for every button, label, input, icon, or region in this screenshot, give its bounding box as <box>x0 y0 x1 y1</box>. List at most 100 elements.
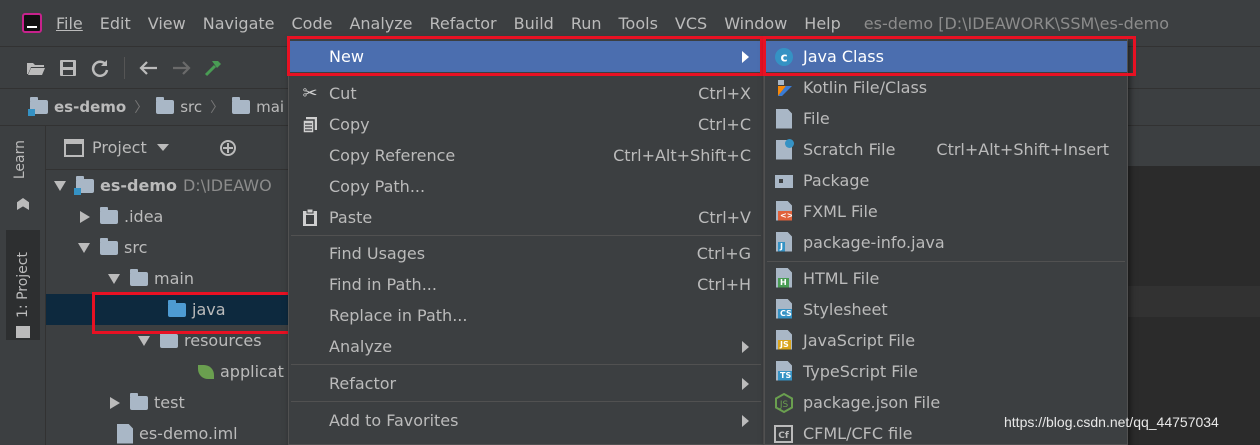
submenu-scratch-file[interactable]: Scratch File Ctrl+Alt+Shift+Insert <box>765 134 1127 165</box>
svg-text:Cf: Cf <box>778 431 789 441</box>
save-icon[interactable] <box>52 52 84 84</box>
context-menu-copy[interactable]: Copy Ctrl+C <box>289 109 763 140</box>
expand-arrow-icon[interactable] <box>78 242 90 253</box>
project-view-selector[interactable]: Project <box>92 138 147 157</box>
expand-arrow-icon[interactable] <box>138 335 150 346</box>
collapse-arrow-icon[interactable] <box>80 210 90 223</box>
tree-item-application[interactable]: applicat <box>46 356 300 387</box>
menu-analyze[interactable]: Analyze <box>349 14 412 33</box>
breadcrumb-item-es-demo[interactable]: es-demo <box>28 97 126 116</box>
menu-edit[interactable]: Edit <box>100 14 131 33</box>
submenu-stylesheet[interactable]: CSS Stylesheet <box>765 294 1127 325</box>
iml-file-icon <box>117 423 133 444</box>
menu-tools[interactable]: Tools <box>619 14 658 33</box>
project-tool-tab[interactable]: 1: Project <box>6 230 40 340</box>
submenu-typescript-file[interactable]: TS TypeScript File <box>765 356 1127 387</box>
editor-area <box>1128 126 1260 445</box>
watermark-url: https://blog.csdn.net/qq_44757034 <box>1004 414 1219 430</box>
expand-arrow-icon[interactable] <box>108 273 120 284</box>
tree-item-src[interactable]: src <box>46 232 300 263</box>
tree-item-es-demo-iml[interactable]: es-demo.iml <box>46 418 300 445</box>
back-arrow-icon[interactable] <box>133 52 165 84</box>
submenu-file[interactable]: File <box>765 103 1127 134</box>
tree-item-test[interactable]: test <box>46 387 300 418</box>
expand-arrow-icon[interactable] <box>54 180 66 191</box>
context-menu-find-in-path[interactable]: Find in Path... Ctrl+H <box>289 269 763 300</box>
java-class-icon: c <box>773 46 795 68</box>
chevron-down-icon[interactable] <box>156 144 169 151</box>
context-menu-copy-path[interactable]: Copy Path... <box>289 171 763 202</box>
project-view-icon <box>64 138 84 157</box>
editor-tab-bar <box>1128 126 1260 166</box>
tree-item-es-demo[interactable]: es-demo D:\IDEAWO <box>46 170 300 201</box>
submenu-arrow-icon <box>742 414 749 427</box>
context-menu-replace-in-path[interactable]: Replace in Path... <box>289 300 763 331</box>
resources-folder-icon <box>160 330 178 348</box>
ts-file-icon: TS <box>773 360 795 383</box>
menu-navigate[interactable]: Navigate <box>203 14 275 33</box>
context-menu-cut[interactable]: ✂ Cut Ctrl+X <box>289 78 763 109</box>
copy-icon <box>299 114 321 136</box>
menu-file[interactable]: File <box>56 14 83 33</box>
project-panel: Project es-demo D:\IDEAWO .idea src main… <box>46 126 300 445</box>
learn-tab[interactable]: Learn <box>12 140 28 179</box>
menu-separator <box>291 401 761 402</box>
open-folder-icon[interactable] <box>20 52 52 84</box>
folder-icon <box>100 237 118 255</box>
submenu-javascript-file[interactable]: JS JavaScript File <box>765 325 1127 356</box>
submenu-java-class[interactable]: c Java Class <box>765 41 1127 72</box>
menu-window[interactable]: Window <box>724 14 787 33</box>
breadcrumb-item-src[interactable]: src <box>156 97 202 116</box>
context-menu-paste[interactable]: Paste Ctrl+V <box>289 202 763 233</box>
intellij-logo-icon <box>22 13 42 33</box>
css-file-icon: CSS <box>773 298 795 321</box>
tree-item-java[interactable]: java <box>46 294 300 325</box>
toolbar-separator <box>124 56 125 79</box>
new-submenu: c Java Class Kotlin File/Class File Scra… <box>764 38 1128 445</box>
folder-icon <box>156 97 175 114</box>
collapse-arrow-icon[interactable] <box>110 396 120 409</box>
folder-icon <box>130 268 148 286</box>
menu-vcs[interactable]: VCS <box>675 14 707 33</box>
breadcrumb-item-main[interactable]: mai <box>232 97 284 116</box>
locate-target-icon[interactable] <box>219 139 237 157</box>
menu-code[interactable]: Code <box>292 14 333 33</box>
context-menu-find-usages[interactable]: Find Usages Ctrl+G <box>289 238 763 269</box>
module-folder-icon <box>28 97 48 116</box>
submenu-package[interactable]: Package <box>765 165 1127 196</box>
submenu-fxml-file[interactable]: <> FXML File <box>765 196 1127 227</box>
tree-item-resources[interactable]: resources <box>46 325 300 356</box>
menu-separator <box>291 364 761 365</box>
context-menu-new[interactable]: New <box>289 41 763 72</box>
menu-separator <box>291 235 761 236</box>
sync-icon[interactable] <box>84 52 116 84</box>
menu-view[interactable]: View <box>148 14 186 33</box>
submenu-package-info[interactable]: J package-info.java <box>765 227 1127 258</box>
forward-arrow-icon[interactable] <box>165 52 197 84</box>
menu-run[interactable]: Run <box>571 14 602 33</box>
svg-text:JS: JS <box>779 400 789 410</box>
context-menu-add-to-favorites[interactable]: Add to Favorites <box>289 405 763 436</box>
context-menu: New ✂ Cut Ctrl+X Copy Ctrl+C Copy Refere… <box>288 38 764 445</box>
menu-help[interactable]: Help <box>804 14 840 33</box>
tree-item-idea[interactable]: .idea <box>46 201 300 232</box>
folder-icon <box>100 206 118 224</box>
menu-build[interactable]: Build <box>514 14 554 33</box>
tree-item-main[interactable]: main <box>46 263 300 294</box>
learn-icon <box>17 198 29 210</box>
nodejs-icon: JS <box>773 392 795 414</box>
window-title: es-demo [D:\IDEAWORK\SSM\es-demo <box>863 13 1170 33</box>
svg-text:c: c <box>780 50 787 64</box>
context-menu-copy-reference[interactable]: Copy Reference Ctrl+Alt+Shift+C <box>289 140 763 171</box>
submenu-kotlin-file[interactable]: Kotlin File/Class <box>765 72 1127 103</box>
submenu-html-file[interactable]: H HTML File <box>765 263 1127 294</box>
build-hammer-icon[interactable] <box>197 52 229 84</box>
html-file-icon: H <box>773 267 795 290</box>
context-menu-refactor[interactable]: Refactor <box>289 368 763 399</box>
menu-refactor[interactable]: Refactor <box>430 14 497 33</box>
context-menu-analyze[interactable]: Analyze <box>289 331 763 362</box>
source-folder-icon <box>168 299 186 317</box>
fxml-file-icon: <> <box>773 200 795 223</box>
folder-icon <box>130 392 148 410</box>
paste-icon <box>299 207 321 229</box>
